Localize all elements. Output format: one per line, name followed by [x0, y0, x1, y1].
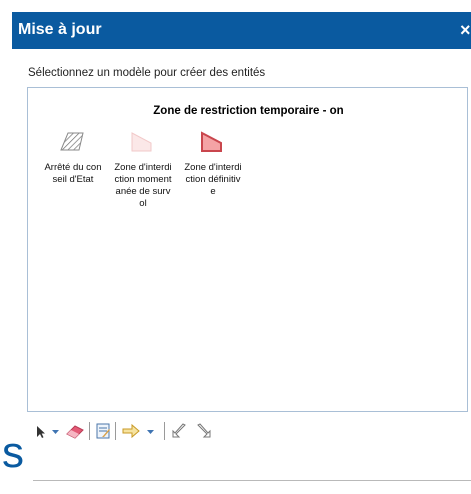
hatched-polygon-icon — [60, 132, 84, 151]
partial-background-text: s — [2, 428, 24, 477]
close-button[interactable]: × — [460, 18, 471, 42]
titlebar: Mise à jour × — [12, 12, 471, 49]
toolbar-separator — [89, 422, 90, 440]
bottom-divider — [33, 480, 471, 481]
update-panel: Mise à jour × Sélectionnez un modèle pou… — [12, 0, 471, 494]
attributes-icon[interactable] — [95, 422, 111, 440]
undo-icon[interactable] — [171, 422, 189, 440]
toolbar-separator — [164, 422, 165, 440]
template-list: Zone de restriction temporaire - on Arrê… — [27, 87, 468, 412]
template-instruction: Sélectionnez un modèle pour créer des en… — [28, 67, 266, 79]
select-pointer-icon[interactable] — [34, 422, 46, 440]
template-label-definitive: Zone d'interdiction définitive — [184, 162, 242, 197]
template-label-momentanee: Zone d'interdiction momentanée de survol — [114, 162, 172, 209]
light-pink-polygon-icon — [131, 132, 152, 152]
editing-toolbar — [27, 418, 447, 444]
select-dropdown-arrow-icon[interactable] — [51, 422, 60, 440]
template-group-title: Zone de restriction temporaire - on — [153, 105, 344, 117]
eraser-icon[interactable] — [65, 422, 85, 440]
window-title: Mise à jour — [18, 21, 102, 38]
move-arrow-icon[interactable] — [121, 422, 141, 440]
template-label-arrete: Arrêté du conseil d'Etat — [44, 162, 102, 185]
move-dropdown-arrow-icon[interactable] — [146, 422, 155, 440]
red-polygon-icon — [201, 131, 222, 152]
redo-icon[interactable] — [194, 422, 212, 440]
toolbar-separator — [115, 422, 116, 440]
